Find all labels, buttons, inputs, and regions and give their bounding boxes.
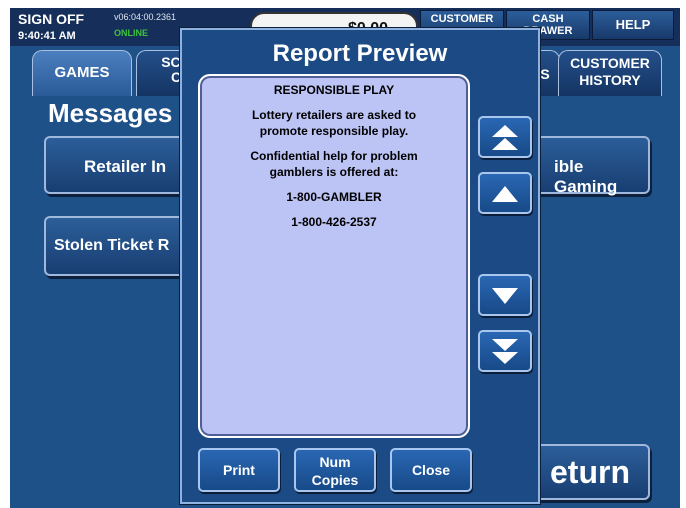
tab-customer-history-label: CUSTOMER HISTORY xyxy=(570,55,650,88)
dialog-title: Report Preview xyxy=(272,40,448,67)
clock-display: 9:40:41 AM xyxy=(18,30,76,42)
scroll-down-button[interactable] xyxy=(478,274,532,316)
report-heading: RESPONSIBLE PLAY xyxy=(273,83,395,97)
page-title: Messages xyxy=(48,98,173,128)
num-copies-button[interactable]: Num Copies xyxy=(294,448,376,492)
return-button[interactable]: eturn xyxy=(524,444,650,500)
report-line: Lottery retailers are asked to xyxy=(251,108,417,122)
print-button[interactable]: Print xyxy=(198,448,280,492)
report-line: Confidential help for problem xyxy=(250,149,418,163)
report-phone: 1-800-426-2537 xyxy=(291,215,377,229)
lottery-terminal-screen: SIGN OFF 9:40:41 AM v06:04:00.2361 ONLIN… xyxy=(10,8,680,508)
scroll-up-button[interactable] xyxy=(478,172,532,214)
report-phone: 1-800-GAMBLER xyxy=(286,190,382,204)
scroll-up-icon xyxy=(492,186,518,202)
scroll-to-bottom-icon xyxy=(492,339,518,364)
tab-customer-history[interactable]: CUSTOMER HISTORY xyxy=(558,50,662,96)
scroll-down-icon xyxy=(492,288,518,304)
num-copies-label: Num Copies xyxy=(311,454,359,488)
version-label: v06:04:00.2361 xyxy=(114,12,177,22)
responsible-gaming-button[interactable]: ible Gaming xyxy=(524,136,650,196)
report-content[interactable]: RESPONSIBLE PLAY Lottery retailers are a… xyxy=(198,74,470,438)
report-preview-dialog: Report Preview RESPONSIBLE PLAY Lottery … xyxy=(180,28,540,504)
scroll-to-top-button[interactable] xyxy=(478,116,532,158)
close-button[interactable]: Close xyxy=(390,448,472,492)
report-line: promote responsible play. xyxy=(259,124,409,138)
tab-games[interactable]: GAMES xyxy=(32,50,132,96)
connection-status: ONLINE xyxy=(114,28,149,38)
scroll-to-top-icon xyxy=(492,125,518,150)
help-button[interactable]: HELP xyxy=(592,10,674,40)
report-line: gamblers is offered at: xyxy=(269,165,399,179)
scroll-to-bottom-button[interactable] xyxy=(478,330,532,372)
sign-off-button[interactable]: SIGN OFF xyxy=(18,11,84,27)
